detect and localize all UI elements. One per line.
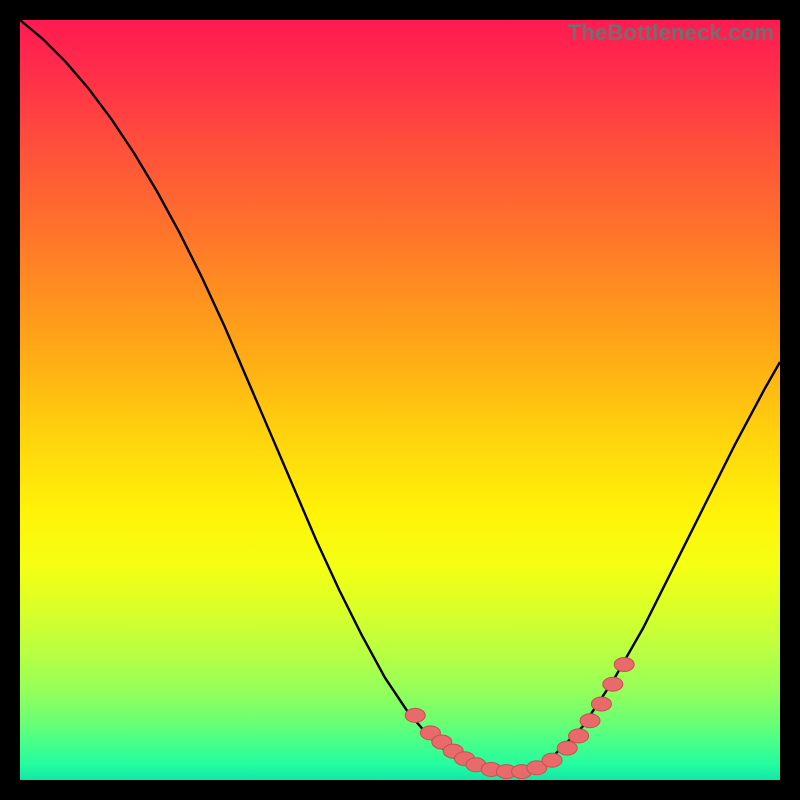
chart-frame: TheBottleneck.com [20, 20, 780, 780]
watermark-text: TheBottleneck.com [568, 20, 774, 46]
curve-marker [405, 708, 425, 722]
marker-group [405, 658, 634, 779]
curve-marker [542, 753, 562, 767]
curve-marker [580, 714, 600, 728]
curve-marker [557, 741, 577, 755]
curve-marker [591, 697, 611, 711]
curve-marker [603, 677, 623, 691]
bottleneck-curve [20, 20, 780, 772]
chart-svg [20, 20, 780, 780]
curve-marker [569, 729, 589, 743]
curve-marker [614, 658, 634, 672]
